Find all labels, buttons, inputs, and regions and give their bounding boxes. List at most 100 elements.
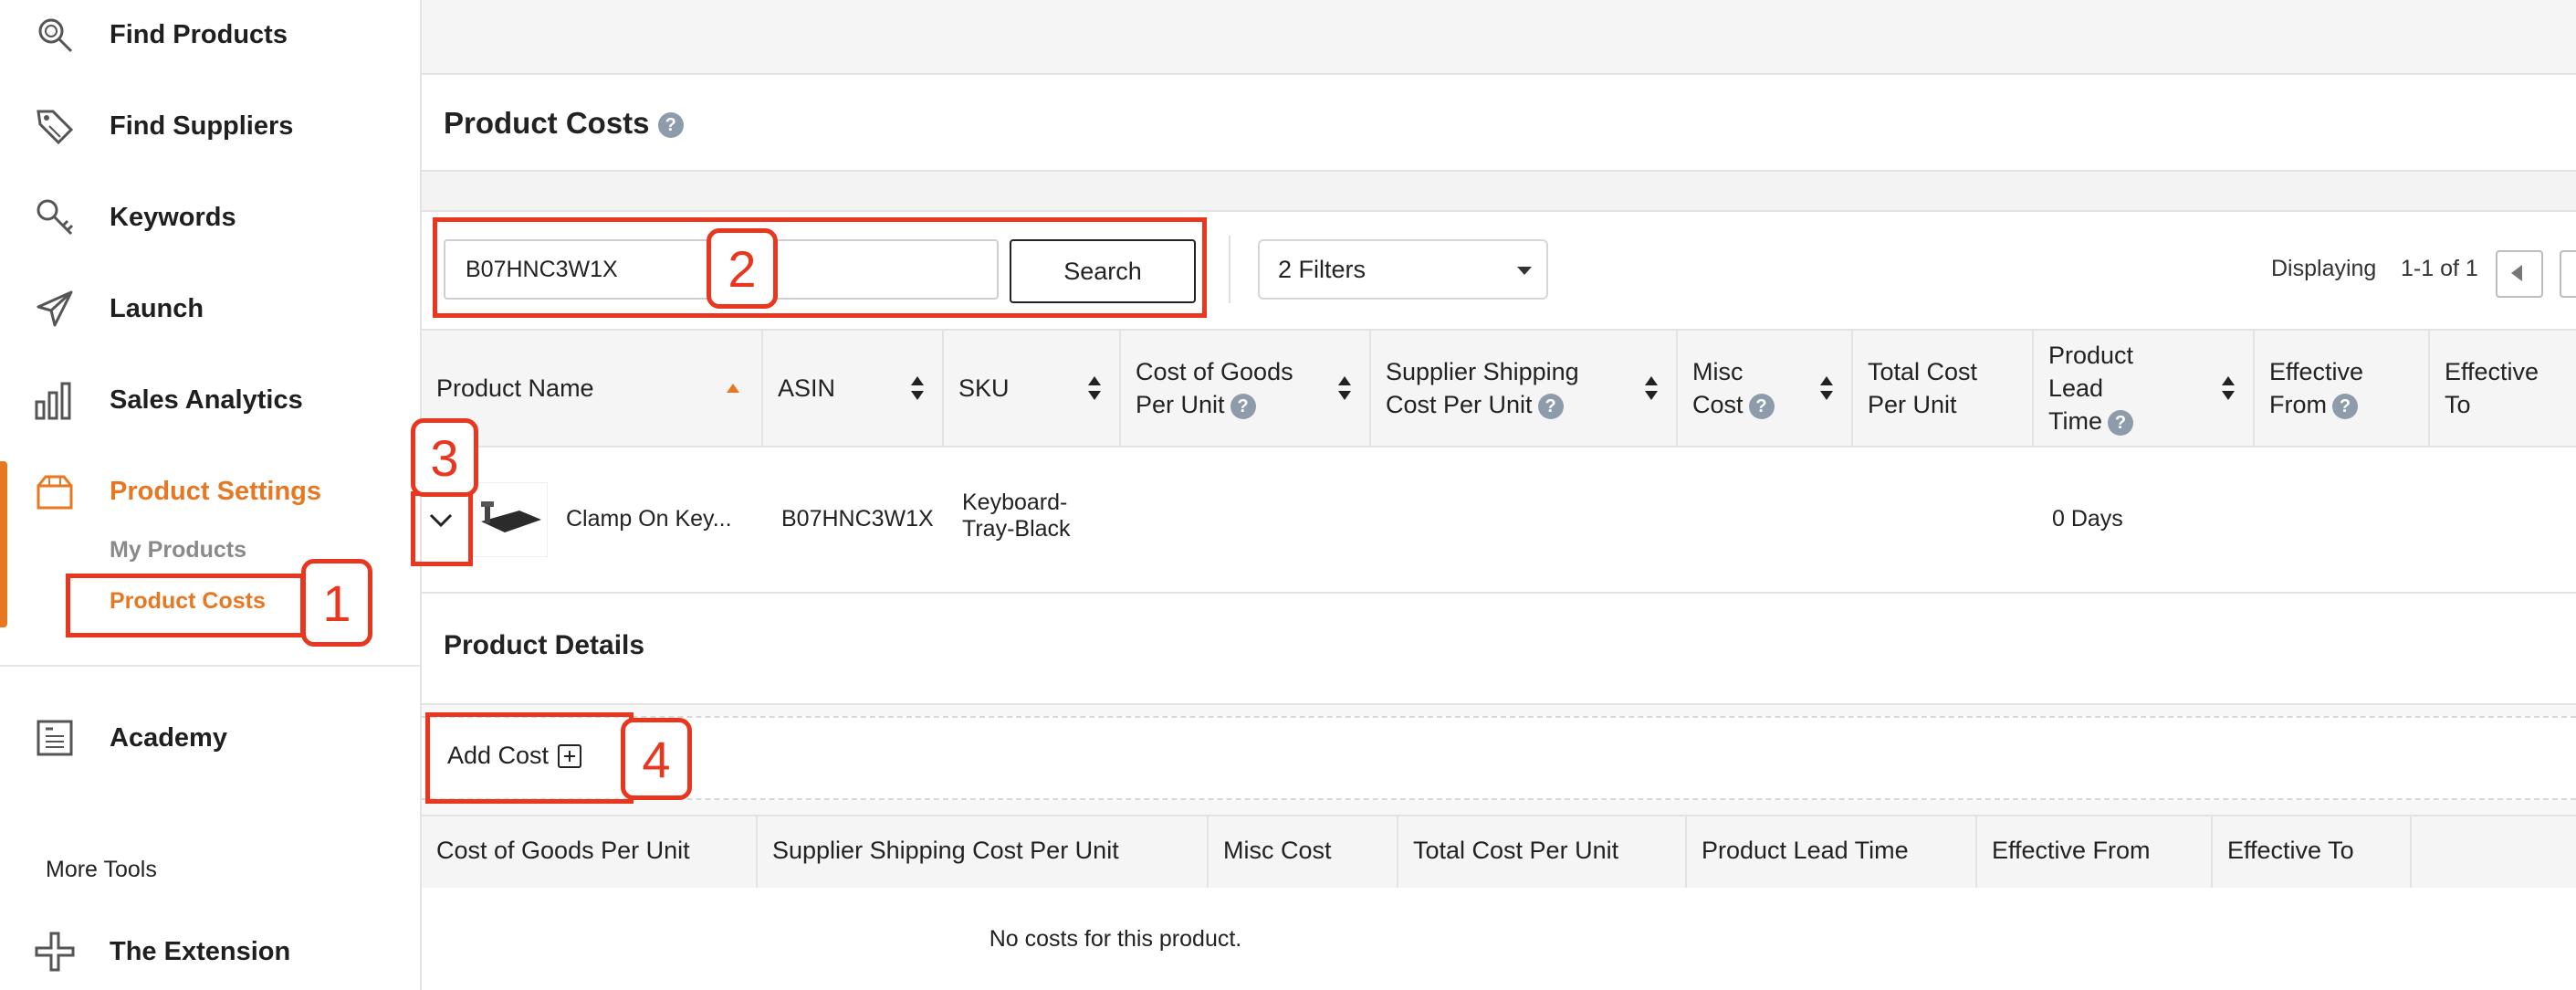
details-col: Misc Cost — [1209, 816, 1398, 888]
table-row: Clamp On Key... B07HNC3W1X Keyboard- Tra… — [422, 448, 2576, 594]
help-icon[interactable]: ? — [2332, 393, 2358, 419]
col-lead-time[interactable]: Product Lead Time? — [2034, 331, 2255, 446]
column-label-line: Effective — [2445, 358, 2539, 385]
annotation-box — [425, 712, 634, 804]
col-sku[interactable]: SKU — [944, 331, 1121, 446]
caret-down-icon — [1517, 267, 1532, 275]
details-col: Effective To — [2213, 816, 2412, 888]
table-header: Product Name ASIN SKU Cost of Goods Per U… — [422, 331, 2576, 448]
nav-launch[interactable]: Launch — [0, 272, 420, 345]
column-label-line: Cost Per Unit — [1386, 391, 1533, 418]
sku-cell: Keyboard- Tray-Black — [962, 490, 1071, 542]
nav-find-products[interactable]: Find Products — [0, 0, 420, 71]
col-effective-to: Effective To — [2430, 331, 2576, 446]
add-cost-bar: Add Cost — [422, 716, 2576, 800]
annotation-badge: 3 — [411, 418, 478, 497]
nav-product-settings[interactable]: Product Settings — [0, 455, 420, 528]
column-label: Misc Cost — [1223, 837, 1332, 864]
column-label-line: Supplier Shipping — [1386, 358, 1579, 385]
spacer — [422, 172, 2576, 212]
sort-icon — [911, 376, 924, 400]
annotation-box — [66, 574, 305, 637]
bar-chart-icon — [33, 378, 77, 422]
col-misc-cost[interactable]: Misc Cost? — [1678, 331, 1853, 446]
nav-label: Keywords — [110, 202, 236, 232]
divider — [1229, 236, 1230, 303]
column-label: Total Cost Per Unit — [1868, 355, 1977, 421]
column-label: Product Name — [436, 374, 594, 402]
sku-line: Tray-Black — [962, 516, 1071, 542]
column-label-line: Cost of Goods — [1136, 358, 1293, 385]
help-icon[interactable]: ? — [1748, 393, 1775, 419]
nav-the-extension[interactable]: The Extension — [0, 915, 420, 988]
empty-state-message: No costs for this product. — [989, 926, 1242, 952]
column-label: Effective From? — [2269, 355, 2363, 421]
sidebar: Find Products Find Suppliers Keywords La… — [0, 0, 422, 990]
title-bar: Product Costs ? — [422, 75, 2576, 172]
details-col: Total Cost Per Unit — [1398, 816, 1687, 888]
column-label: Product Lead Time? — [2048, 339, 2133, 437]
lead-time-cell: 0 Days — [2052, 506, 2123, 532]
details-col: Cost of Goods Per Unit — [422, 816, 758, 888]
column-label: Supplier Shipping Cost Per Unit — [772, 837, 1119, 864]
col-total-cost: Total Cost Per Unit — [1853, 331, 2034, 446]
sort-icon — [1820, 376, 1833, 400]
product-details-title: Product Details — [444, 630, 645, 660]
column-label-line: Total Cost — [1868, 358, 1978, 385]
column-label-line: Cost — [1692, 391, 1744, 418]
help-icon[interactable]: ? — [2108, 409, 2133, 436]
displaying-label: Displaying — [2271, 256, 2377, 281]
nav-label: Product Settings — [110, 476, 322, 506]
col-effective-from: Effective From? — [2255, 331, 2430, 446]
column-label-line: From — [2269, 391, 2327, 418]
nav-academy[interactable]: Academy — [0, 701, 420, 774]
nav-label: Find Suppliers — [110, 111, 294, 141]
product-name-cell[interactable]: Clamp On Key... — [566, 506, 732, 532]
sort-asc-icon — [727, 384, 739, 393]
nav-sales-analytics[interactable]: Sales Analytics — [0, 363, 420, 437]
annotation-badge: 1 — [301, 559, 372, 647]
sku-line: Keyboard- — [962, 490, 1068, 515]
asin-cell: B07HNC3W1X — [781, 506, 934, 532]
prev-page-button[interactable] — [2496, 250, 2543, 298]
column-label-line: Time — [2048, 407, 2102, 435]
nav-label: The Extension — [110, 936, 291, 966]
column-label: Effective From — [1992, 837, 2151, 864]
details-col: Supplier Shipping Cost Per Unit — [758, 816, 1209, 888]
nav-find-suppliers[interactable]: Find Suppliers — [0, 90, 420, 163]
box-icon — [33, 469, 77, 513]
column-label: Total Cost Per Unit — [1413, 837, 1619, 864]
sort-icon — [1645, 376, 1658, 400]
help-icon[interactable]: ? — [1537, 393, 1564, 419]
column-label-line: Lead — [2048, 374, 2104, 402]
filters-label: 2 Filters — [1278, 255, 1367, 283]
more-tools-heading: More Tools — [46, 857, 157, 882]
filters-dropdown[interactable]: 2 Filters — [1258, 239, 1548, 300]
empty-state-container: No costs for this product. — [422, 926, 2576, 953]
col-cogs[interactable]: Cost of Goods Per Unit? — [1121, 331, 1371, 446]
column-label: Misc Cost? — [1692, 355, 1775, 421]
details-col: Product Lead Time — [1687, 816, 1977, 888]
column-label: Cost of Goods Per Unit — [436, 837, 690, 864]
col-asin[interactable]: ASIN — [763, 331, 944, 446]
divider — [0, 665, 420, 667]
column-label-line: Effective — [2269, 358, 2364, 385]
page-title: Product Costs ? — [444, 106, 684, 141]
nav-keywords[interactable]: Keywords — [0, 181, 420, 254]
help-icon[interactable]: ? — [657, 112, 684, 139]
col-supplier-shipping[interactable]: Supplier Shipping Cost Per Unit? — [1371, 331, 1678, 446]
column-label: Cost of Goods Per Unit? — [1136, 355, 1293, 421]
puzzle-icon — [33, 930, 77, 974]
annotation-box — [433, 217, 1207, 318]
top-bar — [422, 0, 2576, 75]
next-page-button[interactable] — [2560, 250, 2576, 298]
book-icon — [33, 716, 77, 760]
nav-label: Academy — [110, 722, 227, 753]
column-label-line: Product — [2048, 342, 2134, 369]
details-col: Effective From — [1977, 816, 2213, 888]
details-table-header: Cost of Goods Per Unit Supplier Shipping… — [422, 815, 2576, 890]
help-icon[interactable]: ? — [1230, 393, 1256, 419]
subnav-my-products[interactable]: My Products — [110, 537, 246, 563]
page-title-text: Product Costs — [444, 106, 650, 140]
empty-state-row: No costs for this product. — [422, 888, 2576, 990]
